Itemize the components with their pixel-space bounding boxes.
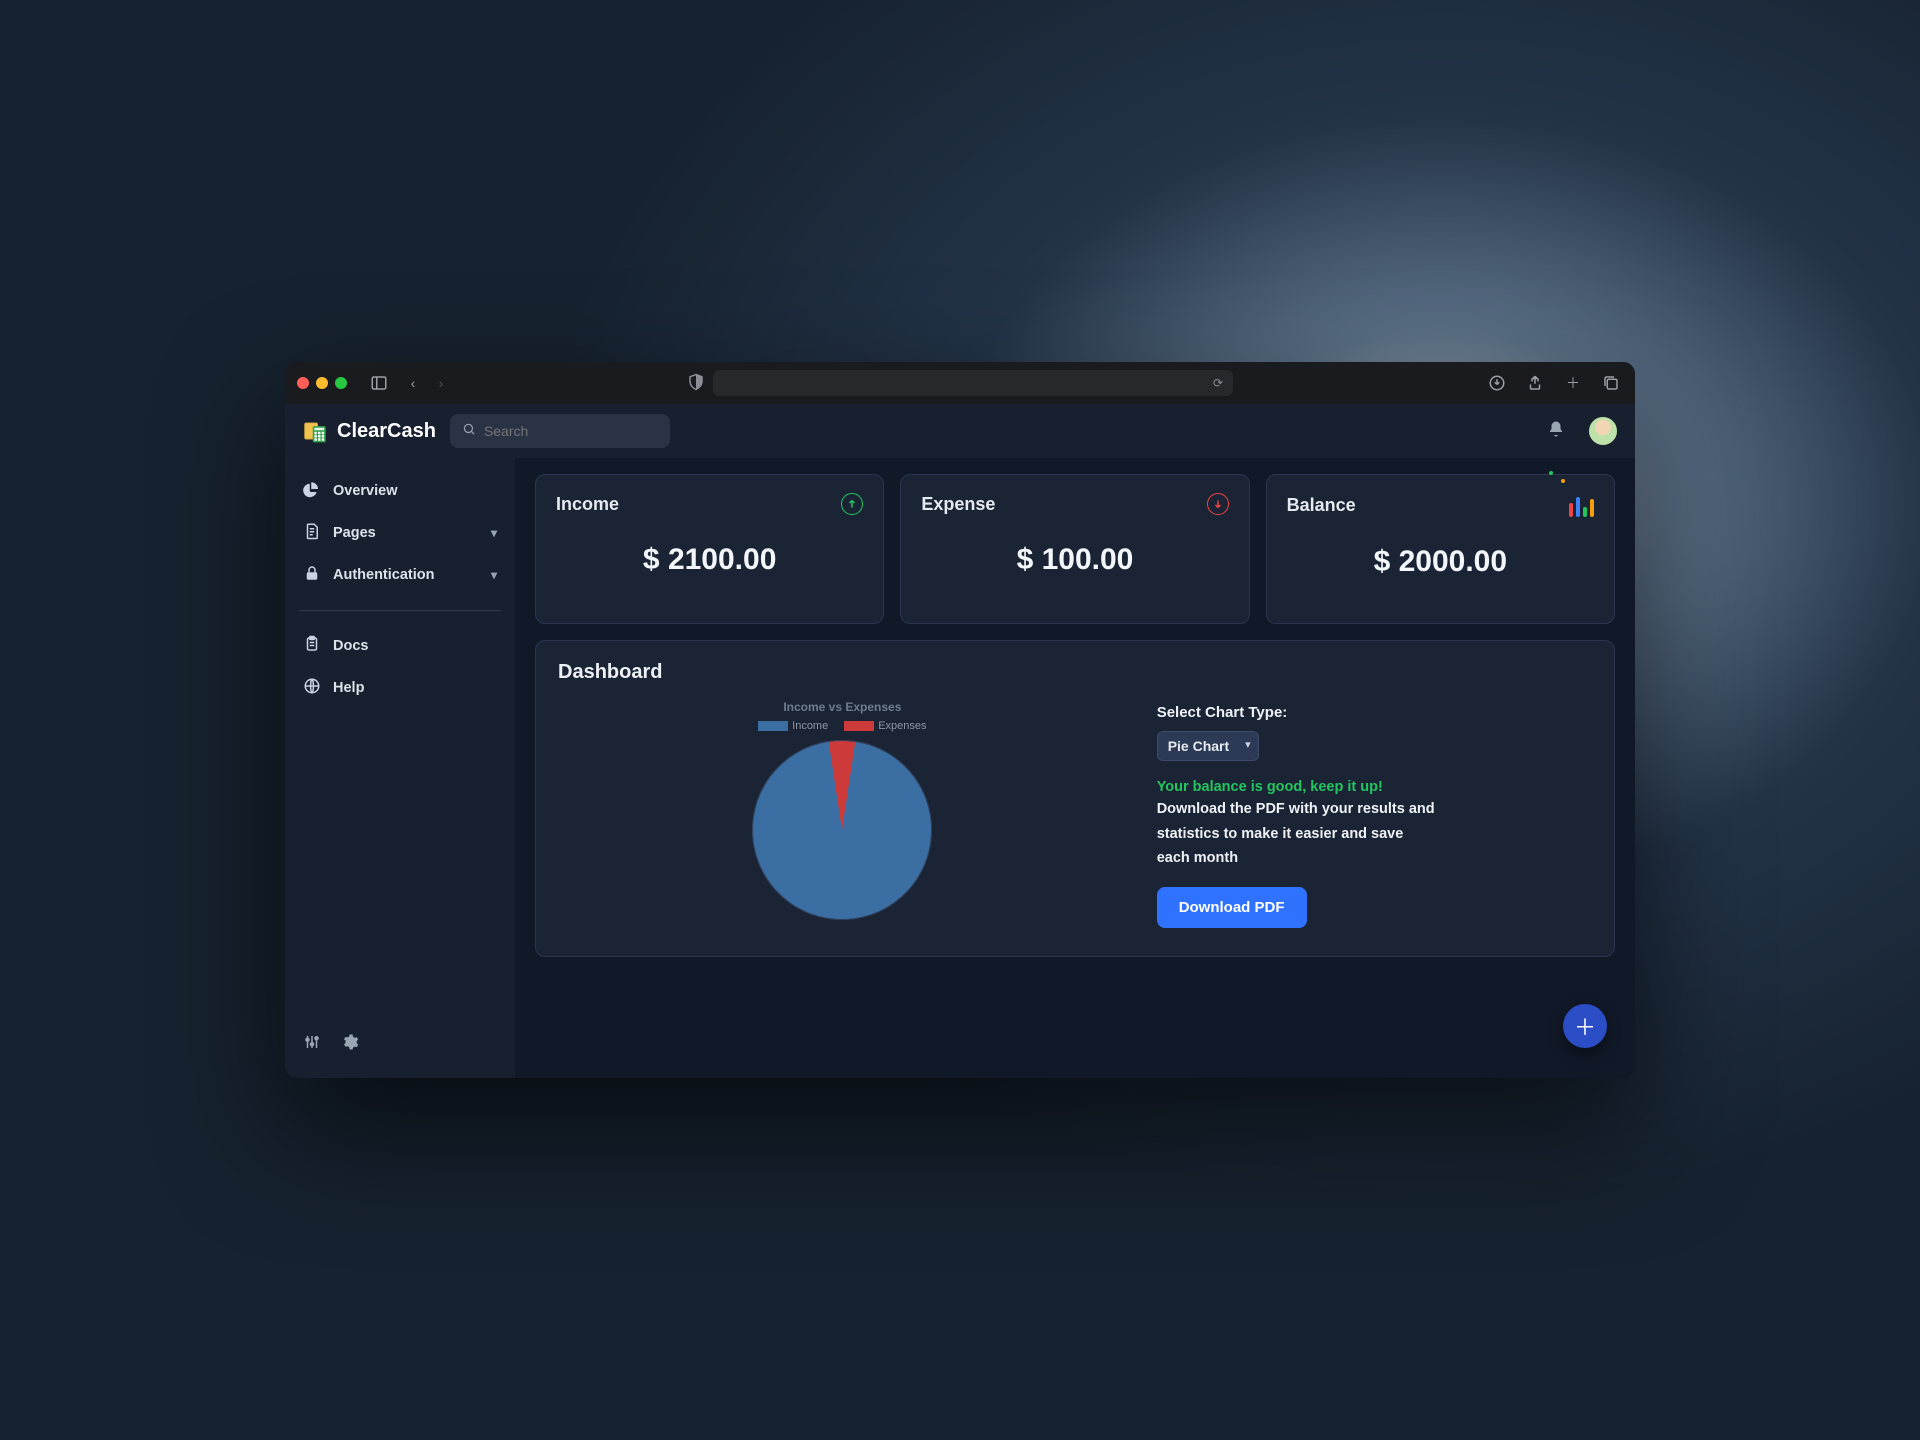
avatar[interactable] <box>1589 417 1617 445</box>
document-icon <box>303 522 321 544</box>
search-input[interactable] <box>484 423 658 439</box>
sidebar-item-pages[interactable]: Pages ▾ <box>295 512 505 554</box>
back-button[interactable]: ‹ <box>401 371 425 395</box>
panel-title: Dashboard <box>558 661 1592 684</box>
card-income: Income $ 2100.00 <box>535 474 884 624</box>
card-title: Income <box>556 494 619 515</box>
app-topnav: ClearCash <box>285 404 1635 458</box>
brand[interactable]: ClearCash <box>303 418 436 444</box>
new-tab-icon[interactable]: ＋ <box>1561 371 1585 395</box>
pie-chart-icon <box>303 480 321 502</box>
gear-icon[interactable] <box>341 1033 359 1056</box>
sidebar-item-label: Authentication <box>333 567 435 583</box>
sliders-icon[interactable] <box>303 1033 321 1056</box>
sidebar-item-label: Overview <box>333 483 398 499</box>
globe-icon <box>303 677 321 699</box>
share-icon[interactable] <box>1523 371 1547 395</box>
downloads-icon[interactable] <box>1485 371 1509 395</box>
card-value: $ 2100.00 <box>556 543 863 577</box>
content: Income $ 2100.00 Expense <box>515 458 1635 1078</box>
card-expense: Expense $ 100.00 <box>900 474 1249 624</box>
sidebar-item-authentication[interactable]: Authentication ▾ <box>295 554 505 596</box>
sidebar-toggle-icon[interactable] <box>367 371 391 395</box>
notifications-icon[interactable] <box>1547 420 1565 443</box>
chevron-down-icon: ▾ <box>491 568 497 582</box>
add-fab-button[interactable]: ＋ <box>1563 1004 1607 1048</box>
address-bar[interactable]: ⟳ <box>713 370 1233 396</box>
privacy-shield-icon[interactable] <box>687 373 705 394</box>
chevron-down-icon: ▾ <box>491 526 497 540</box>
download-pdf-button[interactable]: Download PDF <box>1157 887 1307 928</box>
chart-title: Income vs Expenses <box>783 700 901 714</box>
pie-chart <box>740 728 945 933</box>
search-icon <box>462 422 476 441</box>
sidebar-item-label: Docs <box>333 638 368 654</box>
chart-select-label: Select Chart Type: <box>1157 704 1592 721</box>
window-controls <box>297 377 347 389</box>
minimize-window-icon[interactable] <box>316 377 328 389</box>
close-window-icon[interactable] <box>297 377 309 389</box>
legend-label: Expenses <box>878 720 926 732</box>
card-title: Expense <box>921 494 995 515</box>
chart: Income vs Expenses Income Expenses <box>558 696 1127 928</box>
card-title: Balance <box>1287 495 1356 516</box>
forward-button[interactable]: › <box>429 371 453 395</box>
sidebar-item-label: Pages <box>333 525 376 541</box>
card-balance: Balance $ 2000.00 <box>1266 474 1615 624</box>
dashboard-panel: Dashboard Income vs Expenses Income Expe… <box>535 640 1615 957</box>
download-desc: Download the PDF with your results and s… <box>1157 797 1437 871</box>
bar-chart-icon <box>1569 493 1594 517</box>
card-value: $ 2000.00 <box>1287 545 1594 579</box>
sidebar: Overview Pages ▾ Authentication ▾ <box>285 458 515 1078</box>
sidebar-item-overview[interactable]: Overview <box>295 470 505 512</box>
reload-icon[interactable]: ⟳ <box>1213 376 1223 390</box>
plus-icon: ＋ <box>1574 1010 1596 1042</box>
lock-icon <box>303 564 321 586</box>
legend-label: Income <box>792 720 828 732</box>
titlebar: ‹ › ⟳ ＋ <box>285 362 1635 404</box>
divider <box>299 610 501 611</box>
chart-legend: Income Expenses <box>758 720 926 732</box>
balance-status: Your balance is good, keep it up! <box>1157 779 1592 795</box>
clipboard-icon <box>303 635 321 657</box>
search-box[interactable] <box>450 414 670 448</box>
chart-type-select[interactable]: Pie Chart <box>1157 731 1259 761</box>
sidebar-item-help[interactable]: Help <box>295 667 505 709</box>
browser-window: ‹ › ⟳ ＋ <box>285 362 1635 1078</box>
tabs-overview-icon[interactable] <box>1599 371 1623 395</box>
card-value: $ 100.00 <box>921 543 1228 577</box>
arrow-up-circle-icon <box>841 493 863 515</box>
sidebar-item-label: Help <box>333 680 364 696</box>
brand-name: ClearCash <box>337 420 436 443</box>
fullscreen-window-icon[interactable] <box>335 377 347 389</box>
brand-logo-icon <box>303 418 329 444</box>
arrow-down-circle-icon <box>1207 493 1229 515</box>
sidebar-item-docs[interactable]: Docs <box>295 625 505 667</box>
